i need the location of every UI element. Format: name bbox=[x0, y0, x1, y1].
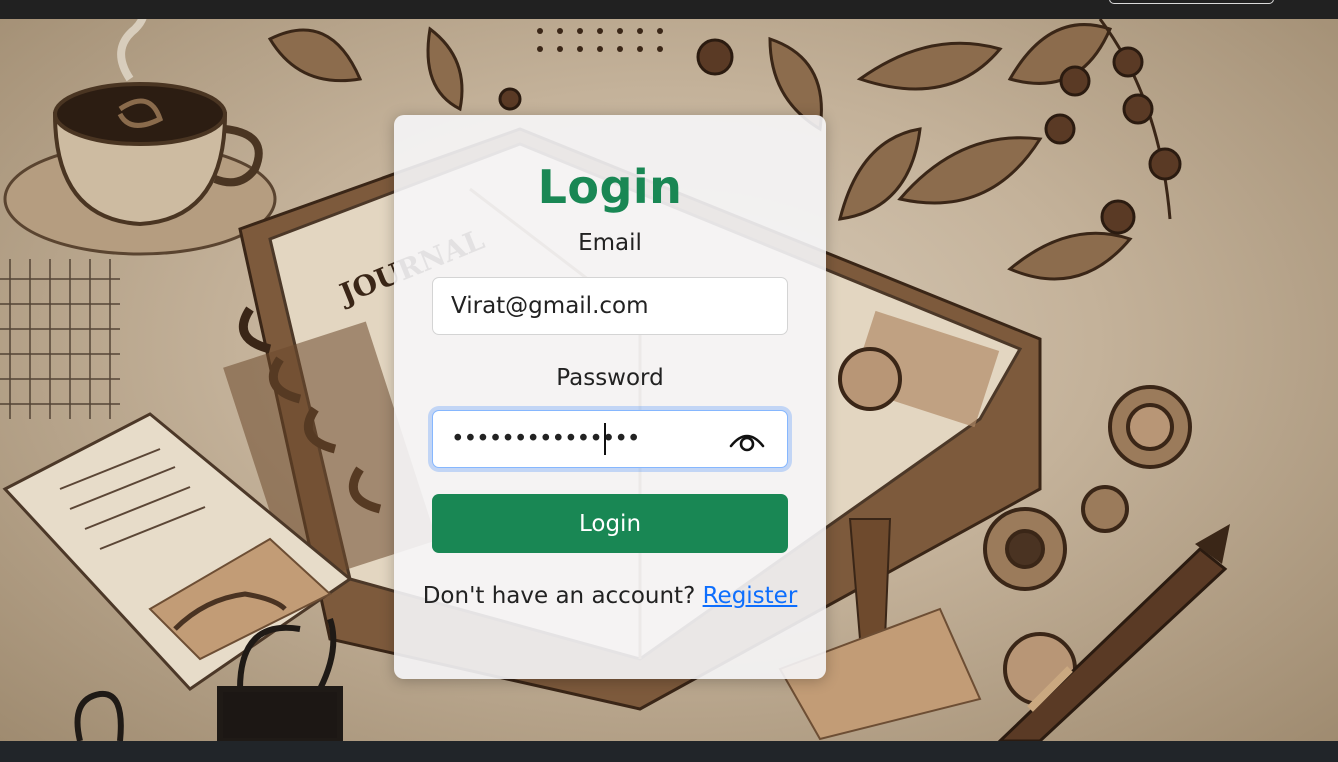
email-label: Email bbox=[578, 230, 642, 256]
register-prompt-row: Don't have an account? Register bbox=[394, 583, 826, 609]
footer-bar bbox=[0, 741, 1338, 762]
login-button[interactable]: Login bbox=[432, 494, 788, 553]
login-title: Login bbox=[537, 160, 683, 214]
eye-icon[interactable] bbox=[728, 424, 766, 454]
grid-paper-illustration bbox=[0, 259, 120, 419]
password-label: Password bbox=[556, 365, 664, 391]
login-card: Login Email Password Login Don't have an… bbox=[394, 115, 826, 679]
coffee-cup-illustration bbox=[3, 19, 277, 256]
navbar-button[interactable] bbox=[1109, 0, 1274, 4]
dots-illustration bbox=[537, 28, 663, 52]
register-prompt-text: Don't have an account? bbox=[422, 583, 696, 609]
top-navbar bbox=[0, 0, 1338, 19]
text-caret bbox=[604, 423, 606, 455]
email-field[interactable] bbox=[432, 277, 788, 335]
register-link[interactable]: Register bbox=[703, 583, 798, 609]
